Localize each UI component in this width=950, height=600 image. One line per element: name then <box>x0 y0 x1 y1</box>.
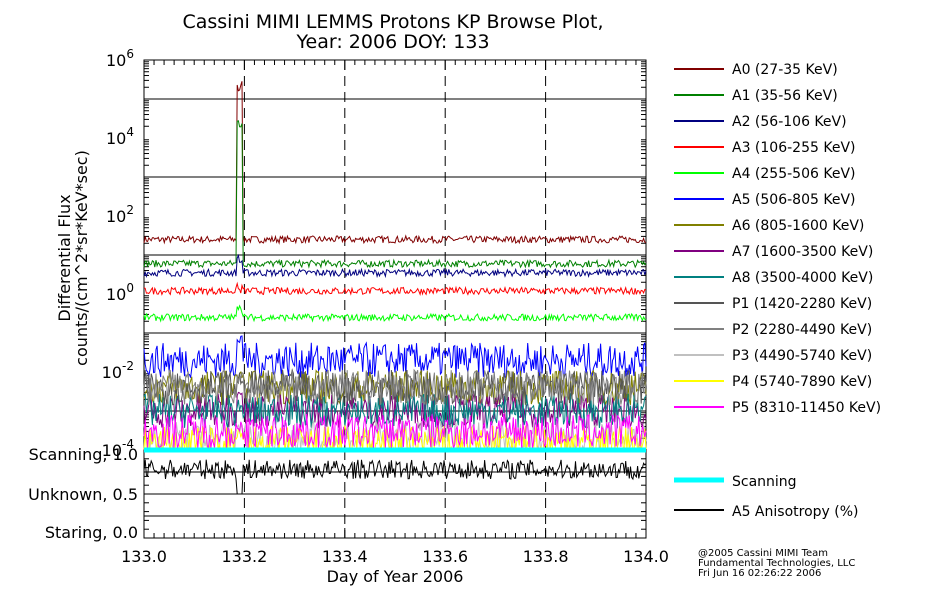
y-tick-label: 106 <box>106 47 134 70</box>
x-tick-label: 133.6 <box>422 547 468 566</box>
footer-timestamp: Fri Jun 16 02:26:22 2006 <box>698 568 821 579</box>
x-tick-label: 134.0 <box>623 547 669 566</box>
legend-label-13: P5 (8310-11450 KeV) <box>732 400 881 416</box>
legend-label-9: P1 (1420-2280 KeV) <box>732 296 872 312</box>
y-tick-label: 102 <box>106 203 134 226</box>
y-tick-labels: 10-410-2100102104106 <box>102 47 134 460</box>
x-axis-label: Day of Year 2006 <box>327 567 464 586</box>
lower-label-scanning: Scanning, 1.0 <box>29 445 138 464</box>
series-line-4 <box>143 304 647 323</box>
legend-label-anisotropy: A5 Anisotropy (%) <box>732 504 859 520</box>
x-tick-label: 133.4 <box>322 547 368 566</box>
legend-label-6: A6 (805-1600 KeV) <box>732 218 864 234</box>
x-tick-label: 133.8 <box>523 547 569 566</box>
legend-label-12: P4 (5740-7890 KeV) <box>732 374 872 390</box>
legend-label-3: A3 (106-255 KeV) <box>732 140 855 156</box>
legend-label-8: A8 (3500-4000 KeV) <box>732 270 873 286</box>
y-tick-label: 104 <box>106 125 134 148</box>
lower-label-unknown: Unknown, 0.5 <box>28 485 138 504</box>
y-axis-label-2: counts/(cm^2*sr*KeV*sec) <box>72 150 91 366</box>
y-tick-label: 100 <box>106 281 134 304</box>
legend: A0 (27-35 KeV) A1 (35-56 KeV) A2 (56-106 K… <box>674 62 881 520</box>
legend-label-1: A1 (35-56 KeV) <box>732 88 838 104</box>
legend-label-scanning: Scanning <box>732 474 797 490</box>
chart-subtitle: Year: 2006 DOY: 133 <box>295 31 489 53</box>
legend-label-7: A7 (1600-3500 KeV) <box>732 244 873 260</box>
lower-label-staring: Staring, 0.0 <box>45 523 138 542</box>
series-line-2 <box>143 253 647 279</box>
legend-label-2: A2 (56-106 KeV) <box>732 114 847 130</box>
x-tick-labels: 133.0 133.2 133.4 133.6 133.8 134.0 <box>121 547 669 566</box>
chart: Cassini MIMI LEMMS Protons KP Browse Plo… <box>28 11 881 586</box>
legend-label-5: A5 (506-805 KeV) <box>732 192 855 208</box>
chart-title: Cassini MIMI LEMMS Protons KP Browse Plo… <box>182 11 603 33</box>
series-line-1 <box>143 120 647 269</box>
legend-label-11: P3 (4490-5740 KeV) <box>732 348 872 364</box>
legend-label-10: P2 (2280-4490 KeV) <box>732 322 872 338</box>
main-series <box>143 81 647 452</box>
y-tick-label: 10-2 <box>102 359 134 382</box>
legend-label-4: A4 (255-506 KeV) <box>732 166 855 182</box>
anisotropy-line <box>143 459 647 495</box>
series-line-5 <box>143 335 647 380</box>
legend-label-0: A0 (27-35 KeV) <box>732 62 838 78</box>
series-line-0 <box>143 81 647 245</box>
x-tick-label: 133.0 <box>121 547 167 566</box>
series-line-3 <box>143 281 647 296</box>
lower-grid <box>143 449 647 539</box>
x-tick-label: 133.2 <box>221 547 267 566</box>
